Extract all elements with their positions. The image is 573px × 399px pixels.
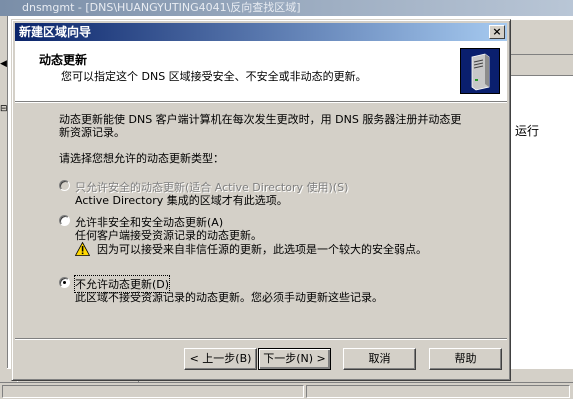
cancel-button[interactable]: 取消 xyxy=(343,348,416,370)
dialog-title: 新建区域向导 xyxy=(19,25,92,39)
background-window-title: dnsmgmt - [DNS\HUANGYUTING4041\反向查找区域] xyxy=(22,1,301,14)
background-toolbar xyxy=(511,20,573,55)
background-status-bar xyxy=(0,382,573,399)
status-cell xyxy=(2,385,304,398)
radio-no-dynamic-updates[interactable] xyxy=(59,277,70,288)
page-title: 动态更新 xyxy=(39,53,88,67)
status-cell xyxy=(306,385,570,398)
radio-nonsecure-and-secure[interactable] xyxy=(59,215,70,226)
header-divider xyxy=(15,101,507,103)
back-arrow-icon[interactable]: ◀ xyxy=(0,58,7,70)
background-tree-pane-edge xyxy=(0,16,8,382)
background-window-titlebar: dnsmgmt - [DNS\HUANGYUTING4041\反向查找区域] xyxy=(0,0,573,16)
page-subtitle: 您可以指定这个 DNS 区域接受安全、不安全或非动态的更新。 xyxy=(61,70,367,83)
option-description: 此区域不接受资源记录的动态更新。您必须手动更新这些记录。 xyxy=(75,291,383,304)
tree-expander-icon[interactable]: ⊟ xyxy=(0,104,8,114)
background-column-header xyxy=(511,55,573,76)
intro-line: 动态更新能使 DNS 客户端计算机在每次发生更改时，用 DNS 服务器注册并动态… xyxy=(59,113,462,126)
security-warning-text: 因为可以接受来自非信任源的更新，此选项是一个较大的安全弱点。 xyxy=(97,243,427,256)
update-type-prompt: 请选择您想允许的动态更新类型： xyxy=(59,152,224,165)
warning-icon xyxy=(75,242,90,256)
server-tower-icon xyxy=(460,48,500,94)
intro-text: 动态更新能使 DNS 客户端计算机在每次发生更改时，用 DNS 服务器注册并动态… xyxy=(59,113,499,139)
intro-line: 新资源记录。 xyxy=(59,126,125,139)
close-button[interactable]: × xyxy=(489,25,505,39)
background-status-text: 运行 xyxy=(515,124,540,138)
dialog-titlebar[interactable]: 新建区域向导 × xyxy=(15,23,507,41)
help-button[interactable]: 帮助 xyxy=(429,348,502,370)
close-icon: × xyxy=(492,25,502,38)
button-divider xyxy=(15,338,507,340)
radio-secure-only xyxy=(59,180,70,191)
new-zone-wizard-dialog: 新建区域向导 × 动态更新 您可以指定这个 DNS 区域接受安全、不安全或非动态… xyxy=(11,19,511,381)
next-button[interactable]: 下一步(N) > xyxy=(258,348,331,370)
wizard-header: 动态更新 您可以指定这个 DNS 区域接受安全、不安全或非动态的更新。 xyxy=(15,41,507,101)
back-button[interactable]: < 上一步(B) xyxy=(184,348,257,370)
option-description: Active Directory 集成的区域才有此选项。 xyxy=(75,194,288,207)
